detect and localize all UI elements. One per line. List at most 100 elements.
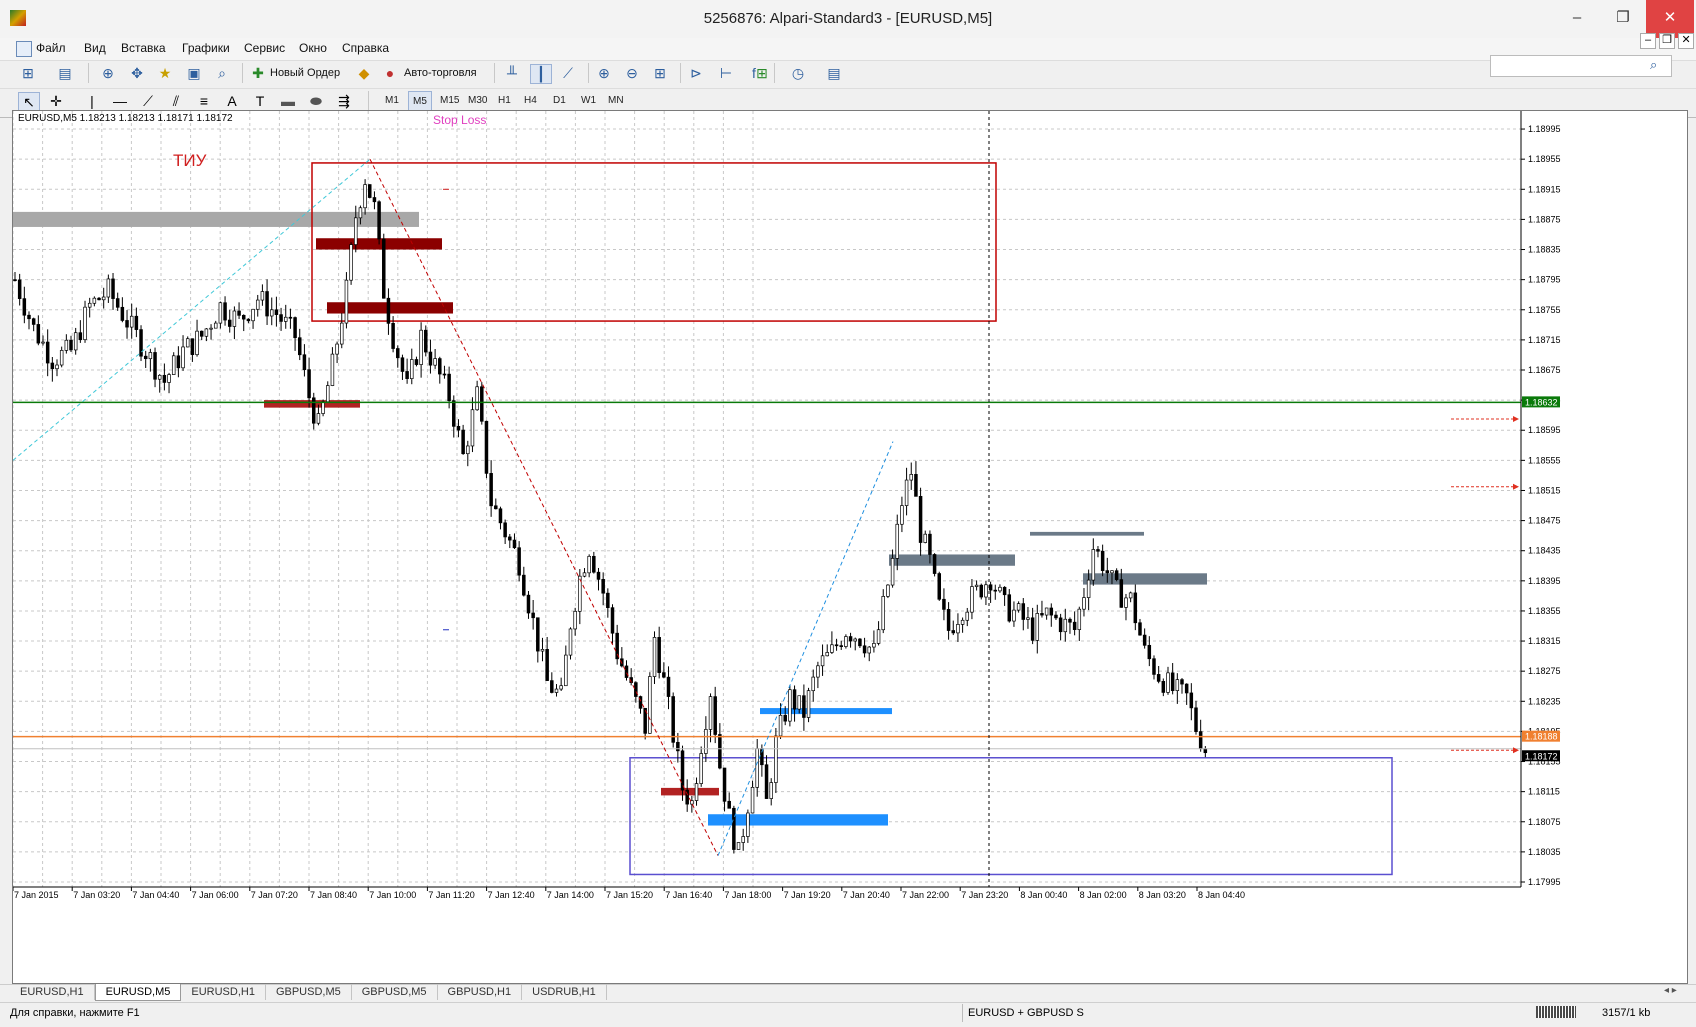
candle-body [400, 357, 405, 372]
x-tick-label: 7 Jan 23:20 [961, 890, 1008, 900]
tf-m15[interactable]: M15 [436, 91, 463, 111]
autotrading-icon[interactable]: ● [380, 64, 400, 82]
x-tick-label: 8 Jan 02:00 [1080, 890, 1127, 900]
horizontal-line-icon[interactable]: — [110, 92, 130, 110]
autotrading-button[interactable]: Авто-торговля [404, 67, 477, 79]
candle-body [386, 297, 391, 324]
chart-tab[interactable]: EURUSD,M5 [94, 984, 182, 1001]
trendline-icon[interactable]: ⟋ [138, 92, 158, 110]
tf-m1[interactable]: M1 [381, 91, 403, 111]
gray-zone [13, 211, 419, 227]
y-tick-label: 1.18515 [1528, 485, 1561, 495]
chart-tab[interactable]: GBPUSD,H1 [438, 984, 523, 1000]
chart-shift-icon[interactable]: ⊢ [716, 64, 736, 82]
chart-window[interactable]: ТИУ Stop Loss 1.18995 1.18955 1.18915 1.1887… [12, 110, 1688, 984]
chart-tab[interactable]: USDRUB,H1 [522, 984, 607, 1000]
menu-charts[interactable]: Графики [182, 41, 230, 55]
candle-body [213, 322, 218, 329]
candle-body [293, 317, 297, 339]
candle-body [433, 358, 437, 366]
candle-body [970, 586, 974, 613]
text-icon[interactable]: A [222, 92, 242, 110]
new-order-button[interactable]: Новый Ордер [270, 67, 340, 79]
rectangle-icon[interactable]: ▬ [278, 92, 298, 110]
line-chart-icon[interactable]: ⟋ [558, 64, 578, 82]
market-watch-icon[interactable]: ⊕ [98, 64, 118, 82]
candle-body [1082, 597, 1086, 610]
candle-body [414, 359, 419, 365]
search-icon[interactable]: ⌕ [1650, 57, 1657, 73]
candle-body [806, 690, 811, 718]
chart-tab[interactable]: EURUSD,H1 [10, 984, 95, 1000]
order-arrow-head [1513, 747, 1519, 754]
channel-icon[interactable]: ⫽ [166, 92, 186, 110]
candle-body [872, 643, 876, 648]
candle-body [1198, 731, 1203, 750]
candle-body [363, 184, 367, 209]
periods-icon[interactable]: ◷ [788, 64, 808, 82]
slate-zone [1083, 573, 1207, 585]
tf-mn[interactable]: MN [604, 91, 628, 111]
search-input[interactable] [1490, 55, 1672, 77]
candle-body [1128, 592, 1133, 599]
add-indicator-icon[interactable]: ⊞ [752, 64, 772, 82]
bar-chart-icon[interactable]: ╨ [502, 64, 522, 82]
fibonacci-icon[interactable]: ≡ [194, 92, 214, 110]
candle-body [153, 352, 157, 380]
crosshair-icon[interactable]: ✛ [46, 92, 66, 110]
candle-body [1156, 674, 1161, 682]
text-label-icon[interactable]: T [250, 92, 270, 110]
scroll-chart-icon[interactable]: ⊳ [686, 64, 706, 82]
candlestick-icon[interactable]: ┃ [530, 64, 552, 84]
candle-body [554, 688, 559, 693]
navigator-icon[interactable]: ★ [155, 64, 175, 82]
candle-body [148, 352, 153, 360]
mdi-window-controls[interactable]: – ❐ ✕ [1640, 33, 1695, 49]
x-tick-label: 7 Jan 22:00 [902, 890, 949, 900]
chart-tab[interactable]: EURUSD,H1 [181, 984, 266, 1000]
new-order-icon[interactable]: ✚ [248, 64, 268, 82]
candle-body [260, 291, 265, 301]
chart-tab[interactable]: GBPUSD,M5 [266, 984, 352, 1000]
candle-body [956, 624, 960, 634]
tabs-scroll-icon[interactable]: ◂ ▸ [1664, 985, 1677, 996]
chart-tab[interactable]: GBPUSD,M5 [352, 984, 438, 1000]
candle-body [31, 318, 36, 325]
tf-h1[interactable]: H1 [494, 91, 515, 111]
new-chart-icon[interactable]: ⊞ [18, 64, 38, 82]
x-tick-label: 7 Jan 20:40 [843, 890, 890, 900]
profiles-icon[interactable]: ▤ [55, 64, 75, 82]
price-chart[interactable]: ТИУ Stop Loss 1.18995 1.18955 1.18915 1.1887… [13, 111, 1687, 983]
terminal-icon[interactable]: ▣ [184, 64, 204, 82]
minimize-button[interactable]: – [1554, 0, 1600, 38]
arrows-icon[interactable]: ⇶ [334, 92, 354, 110]
y-tick-label: 1.18835 [1528, 245, 1561, 255]
tf-h4[interactable]: H4 [520, 91, 541, 111]
candle-body [811, 676, 815, 692]
chart-doc-icon[interactable] [16, 41, 32, 57]
menu-window[interactable]: Окно [299, 41, 327, 55]
tester-icon[interactable]: ⌕ [212, 64, 232, 82]
tf-m30[interactable]: M30 [464, 91, 491, 111]
ellipse-icon[interactable]: ⬬ [306, 92, 326, 110]
x-tick-label: 7 Jan 15:20 [606, 890, 653, 900]
candle-body [680, 750, 685, 791]
menu-tools[interactable]: Сервис [244, 41, 285, 55]
cursor-icon[interactable]: ↖ [18, 92, 40, 112]
templates-icon[interactable]: ▤ [824, 64, 844, 82]
data-window-icon[interactable]: ✥ [127, 64, 147, 82]
vertical-line-icon[interactable]: | [82, 92, 102, 110]
tile-windows-icon[interactable]: ⊞ [650, 64, 670, 82]
metaeditor-icon[interactable]: ◆ [354, 64, 374, 82]
candle-body [540, 649, 545, 652]
candle-body [699, 753, 703, 784]
tf-d1[interactable]: D1 [549, 91, 570, 111]
tf-w1[interactable]: W1 [577, 91, 600, 111]
menu-help[interactable]: Справка [342, 41, 389, 55]
menu-file[interactable]: Файл [36, 41, 66, 55]
menu-view[interactable]: Вид [84, 41, 106, 55]
zoom-out-icon[interactable]: ⊖ [622, 64, 642, 82]
candle-body [125, 320, 129, 328]
zoom-in-icon[interactable]: ⊕ [594, 64, 614, 82]
menu-insert[interactable]: Вставка [121, 41, 166, 55]
